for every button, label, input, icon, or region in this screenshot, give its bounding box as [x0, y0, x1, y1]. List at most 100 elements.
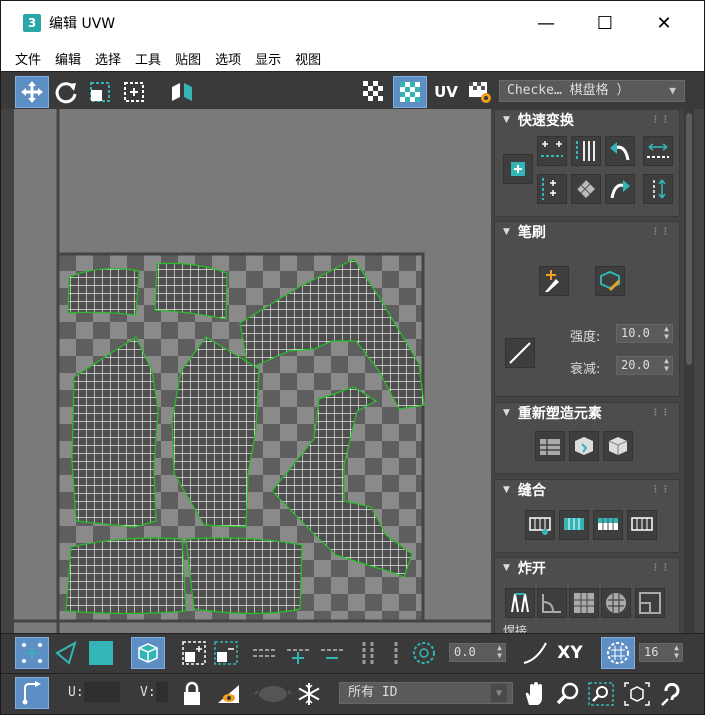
align-horizontal-button[interactable] — [537, 136, 567, 166]
checker-pattern-icon — [363, 81, 383, 101]
checker-toggle-button[interactable] — [357, 76, 391, 108]
unhide-button[interactable] — [251, 679, 295, 709]
minimize-button[interactable]: — — [526, 9, 566, 37]
grid-snap-button[interactable] — [601, 637, 635, 669]
mirror-tool-button[interactable] — [165, 76, 199, 108]
ring-select-button[interactable] — [353, 638, 383, 668]
checker-settings-button[interactable] — [463, 76, 497, 108]
maximize-button[interactable]: ☐ — [585, 9, 625, 37]
uv-editor-viewport[interactable] — [14, 109, 491, 633]
drag-handle-icon[interactable]: ⋮⋮ — [651, 408, 671, 418]
loop-shrink-button[interactable] — [317, 638, 347, 668]
lock-selection-button[interactable] — [177, 679, 207, 709]
freeze-button[interactable] — [293, 679, 325, 709]
drag-handle-icon[interactable]: ⋮⋮ — [651, 115, 671, 125]
move-tool-button[interactable] — [15, 76, 49, 108]
falloff-space-xy-button[interactable]: XY — [553, 638, 587, 668]
help-button[interactable] — [657, 679, 687, 709]
menu-select[interactable]: 选择 — [95, 49, 121, 68]
u-coordinate-field[interactable] — [84, 682, 120, 702]
uv-canvas[interactable] — [14, 109, 491, 633]
stitch-header[interactable]: ▼ 缝合 ⋮⋮ — [495, 480, 679, 500]
v-coordinate-field[interactable] — [156, 682, 168, 702]
strength-spinner[interactable]: 10.0 ▲ ▼ — [616, 324, 673, 343]
show-map-button[interactable] — [393, 76, 427, 108]
polygon-mode-button[interactable] — [86, 638, 116, 668]
menu-tools[interactable]: 工具 — [135, 49, 161, 68]
grow-selection-button[interactable] — [179, 638, 209, 668]
stitch-average-button[interactable] — [627, 510, 657, 540]
vertex-mode-button[interactable] — [15, 637, 49, 669]
loop-select-button[interactable] — [249, 638, 279, 668]
hide-button[interactable] — [213, 679, 245, 709]
uv-shell[interactable] — [67, 267, 140, 316]
rollout-scrollbar-thumb[interactable] — [686, 113, 692, 365]
drag-handle-icon[interactable]: ⋮⋮ — [651, 563, 671, 573]
falloff-curve-button[interactable] — [519, 638, 551, 668]
spinner-arrows-icon[interactable]: ▲ ▼ — [664, 357, 669, 373]
element-mode-button[interactable] — [131, 637, 165, 669]
break-edges-button[interactable] — [635, 588, 665, 618]
uv-shell[interactable] — [185, 537, 303, 615]
menu-mapping[interactable]: 贴图 — [175, 49, 201, 68]
rotate-ccw-button[interactable] — [605, 136, 635, 166]
stitch-to-source-button[interactable] — [559, 510, 589, 540]
uv-shell[interactable] — [65, 537, 187, 615]
align-vertical-button[interactable] — [571, 136, 601, 166]
relax-brush-button[interactable] — [595, 266, 625, 296]
break-by-polygon-button[interactable] — [537, 588, 567, 618]
explode-header[interactable]: ▼ 炸开 ⋮⋮ — [495, 558, 679, 578]
menu-display[interactable]: 显示 — [255, 49, 281, 68]
falloff-spinner[interactable]: 20.0 ▲ ▼ — [616, 356, 673, 375]
rotate-cw-button[interactable] — [605, 174, 635, 204]
ring-grow-button[interactable] — [387, 638, 405, 668]
brush-falloff-type-button[interactable] — [505, 338, 535, 368]
stitch-to-target-button[interactable] — [593, 510, 623, 540]
drag-handle-icon[interactable]: ⋮⋮ — [651, 227, 671, 237]
relax-shape-button[interactable] — [603, 431, 633, 461]
shrink-selection-button[interactable] — [211, 638, 241, 668]
scale-tool-button[interactable] — [83, 76, 117, 108]
paint-move-brush-button[interactable] — [539, 266, 569, 296]
menu-view[interactable]: 视图 — [295, 49, 321, 68]
material-id-filter-select[interactable]: 所有 ID ▼ — [339, 682, 513, 704]
brush-header[interactable]: ▼ 笔刷 ⋮⋮ — [495, 222, 679, 242]
uv-shell[interactable] — [154, 262, 228, 320]
menu-file[interactable]: 文件 — [15, 49, 41, 68]
soft-selection-falloff-spinner[interactable]: 0.0 ▲ ▼ — [449, 643, 506, 662]
edge-mode-button[interactable] — [51, 638, 81, 668]
spinner-arrows-icon[interactable]: ▲ ▼ — [674, 644, 679, 660]
menu-edit[interactable]: 编辑 — [55, 49, 81, 68]
weld-button[interactable] — [505, 588, 535, 618]
set-pivot-button[interactable] — [503, 154, 533, 184]
straighten-selection-button[interactable] — [535, 431, 565, 461]
zoom-extents-button[interactable] — [621, 679, 653, 709]
reshape-header[interactable]: ▼ 重新塑造元素 ⋮⋮ — [495, 403, 679, 423]
zoom-region-button[interactable] — [585, 679, 617, 709]
uv-mode-button[interactable]: UV — [429, 76, 463, 108]
loop-grow-button[interactable] — [283, 638, 313, 668]
flatten-by-polygon-angle-button[interactable] — [601, 588, 631, 618]
pan-button[interactable] — [519, 679, 549, 709]
drag-handle-icon[interactable]: ⋮⋮ — [651, 485, 671, 495]
space-horizontal-button[interactable] — [643, 136, 673, 166]
spinner-arrows-icon[interactable]: ▲ ▼ — [497, 644, 502, 660]
close-button[interactable]: ✕ — [644, 9, 684, 37]
checker-map-select[interactable]: Checke… 棋盘格 ） ▼ — [499, 80, 685, 102]
break-by-smoothing-group-button[interactable] — [569, 588, 599, 618]
title-bar[interactable]: 3 编辑 UVW — ☐ ✕ — [1, 1, 704, 45]
rotate-tool-button[interactable] — [49, 76, 83, 108]
align-left-button[interactable] — [537, 174, 567, 204]
relax-until-flat-button[interactable] — [569, 431, 599, 461]
grid-size-spinner[interactable]: 16 ▲ ▼ — [639, 643, 683, 662]
straighten-button[interactable] — [571, 174, 601, 204]
freeform-tool-button[interactable] — [117, 76, 151, 108]
stitch-custom-button[interactable] — [525, 510, 555, 540]
quick-transform-header[interactable]: ▼ 快速变换 ⋮⋮ — [495, 110, 679, 130]
soft-selection-button[interactable] — [409, 638, 439, 668]
zoom-button[interactable] — [553, 679, 583, 709]
absolute-offset-toggle-button[interactable] — [15, 677, 49, 709]
space-vertical-button[interactable] — [643, 174, 673, 204]
spinner-arrows-icon[interactable]: ▲ ▼ — [664, 325, 669, 341]
menu-options[interactable]: 选项 — [215, 49, 241, 68]
